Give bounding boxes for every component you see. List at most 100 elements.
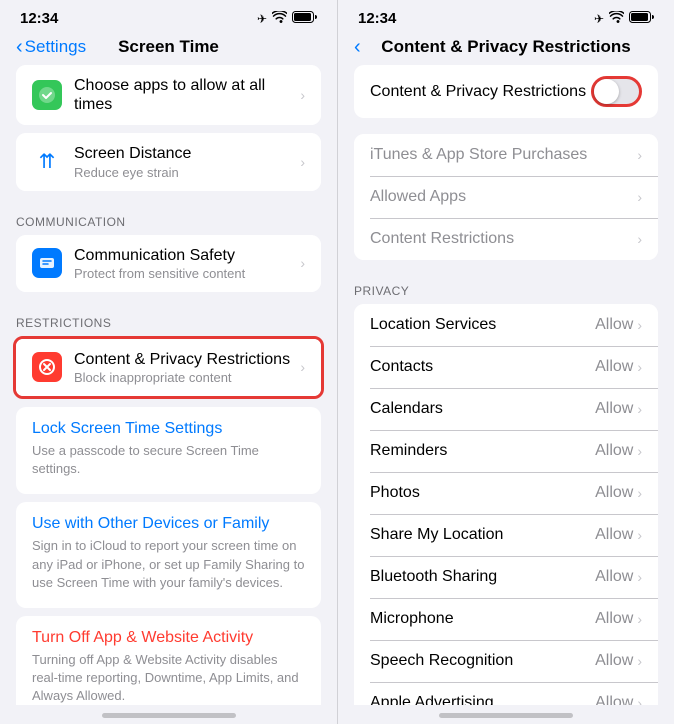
microphone-label: Microphone <box>370 610 454 628</box>
apple-advertising-value: Allow <box>595 694 633 705</box>
lock-screen-title[interactable]: Lock Screen Time Settings <box>32 420 305 438</box>
turn-off-card: Turn Off App & Website Activity Turning … <box>16 616 321 705</box>
location-services-chevron: › <box>637 317 642 333</box>
turn-off-action[interactable]: Turn Off App & Website Activity Turning … <box>16 616 321 705</box>
status-icons-right: ✈ <box>594 11 654 26</box>
share-location-value: Allow <box>595 526 633 544</box>
always-allowed-title: Choose apps to allow at all times <box>74 76 292 114</box>
wifi-icon <box>272 11 287 26</box>
location-services-value: Allow <box>595 316 633 334</box>
allowed-apps-item[interactable]: Allowed Apps › <box>354 176 658 218</box>
airplane-icon: ✈ <box>257 12 267 26</box>
back-chevron-right: ‹ <box>354 37 361 57</box>
always-allowed-icon <box>32 80 62 110</box>
reminders-item[interactable]: Reminders Allow › <box>354 430 658 472</box>
content-privacy-item[interactable]: Content & Privacy Restrictions Block ina… <box>16 339 321 396</box>
toggle-knob <box>594 79 619 104</box>
communication-safety-subtitle: Protect from sensitive content <box>74 266 292 281</box>
screen-distance-card: ⇈ Screen Distance Reduce eye strain › <box>16 133 321 190</box>
content-privacy-chevron: › <box>300 359 305 375</box>
itunes-purchases-label: iTunes & App Store Purchases <box>370 146 587 164</box>
use-family-card: Use with Other Devices or Family Sign in… <box>16 502 321 608</box>
nav-bar-right: ‹ Content & Privacy Restrictions <box>338 33 674 65</box>
contacts-chevron: › <box>637 359 642 375</box>
status-bar-right: 12:34 ✈ <box>338 0 674 33</box>
calendars-chevron: › <box>637 401 642 417</box>
communication-safety-chevron: › <box>300 255 305 271</box>
right-scroll-content: Content & Privacy Restrictions iTunes & … <box>338 65 674 705</box>
bluetooth-item[interactable]: Bluetooth Sharing Allow › <box>354 556 658 598</box>
bluetooth-value: Allow <box>595 568 633 586</box>
use-family-title[interactable]: Use with Other Devices or Family <box>32 515 305 533</box>
itunes-chevron: › <box>637 147 642 163</box>
status-time-right: 12:34 <box>358 10 396 27</box>
battery-icon-r <box>629 11 654 26</box>
turn-off-title[interactable]: Turn Off App & Website Activity <box>32 629 305 647</box>
bluetooth-label: Bluetooth Sharing <box>370 568 497 586</box>
calendars-value: Allow <box>595 400 633 418</box>
content-privacy-toggle[interactable] <box>591 76 642 107</box>
status-bar-left: 12:34 ✈ <box>0 0 337 33</box>
microphone-item[interactable]: Microphone Allow › <box>354 598 658 640</box>
apple-advertising-item[interactable]: Apple Advertising Allow › <box>354 682 658 705</box>
screen-distance-subtitle: Reduce eye strain <box>74 165 292 180</box>
back-label-left: Settings <box>25 37 86 57</box>
lock-screen-card: Lock Screen Time Settings Use a passcode… <box>16 407 321 494</box>
apple-advertising-chevron: › <box>637 695 642 705</box>
wifi-icon-r <box>609 11 624 26</box>
back-button-left[interactable]: ‹ Settings <box>16 37 86 57</box>
reminders-chevron: › <box>637 443 642 459</box>
always-allowed-item[interactable]: Choose apps to allow at all times › <box>16 65 321 125</box>
speech-recognition-item[interactable]: Speech Recognition Allow › <box>354 640 658 682</box>
contacts-label: Contacts <box>370 358 433 376</box>
allowed-apps-label: Allowed Apps <box>370 188 466 206</box>
home-indicator-left <box>102 713 236 718</box>
toggle-label: Content & Privacy Restrictions <box>370 83 586 101</box>
right-panel: 12:34 ✈ ‹ Con <box>337 0 674 724</box>
content-privacy-card: Content & Privacy Restrictions Block ina… <box>16 339 321 396</box>
left-scroll-content: Choose apps to allow at all times › ⇈ Sc… <box>0 65 337 705</box>
always-allowed-chevron: › <box>300 87 305 103</box>
bluetooth-chevron: › <box>637 569 642 585</box>
speech-recognition-value: Allow <box>595 652 633 670</box>
nav-title-right: Content & Privacy Restrictions <box>381 37 630 57</box>
photos-chevron: › <box>637 485 642 501</box>
use-family-action[interactable]: Use with Other Devices or Family Sign in… <box>16 502 321 608</box>
screen-distance-chevron: › <box>300 154 305 170</box>
speech-recognition-chevron: › <box>637 653 642 669</box>
communication-safety-card: Communication Safety Protect from sensit… <box>16 235 321 292</box>
microphone-value: Allow <box>595 610 633 628</box>
home-indicator-right <box>439 713 573 718</box>
screen-distance-item[interactable]: ⇈ Screen Distance Reduce eye strain › <box>16 133 321 190</box>
nav-bar-left: ‹ Settings Screen Time <box>0 33 337 65</box>
lock-screen-desc: Use a passcode to secure Screen Time set… <box>32 442 305 490</box>
calendars-item[interactable]: Calendars Allow › <box>354 388 658 430</box>
back-button-right[interactable]: ‹ <box>354 37 363 57</box>
contacts-item[interactable]: Contacts Allow › <box>354 346 658 388</box>
reminders-value: Allow <box>595 442 633 460</box>
lock-screen-action[interactable]: Lock Screen Time Settings Use a passcode… <box>16 407 321 494</box>
screen-distance-icon: ⇈ <box>32 149 62 174</box>
microphone-chevron: › <box>637 611 642 627</box>
privacy-list-card: Location Services Allow › Contacts Allow… <box>354 304 658 705</box>
status-time-left: 12:34 <box>20 10 58 27</box>
content-privacy-title: Content & Privacy Restrictions <box>74 350 292 369</box>
nav-title-left: Screen Time <box>118 37 219 57</box>
communication-safety-item[interactable]: Communication Safety Protect from sensit… <box>16 235 321 292</box>
share-location-label: Share My Location <box>370 526 503 544</box>
content-restrictions-item[interactable]: Content Restrictions › <box>354 218 658 260</box>
content-privacy-subtitle: Block inappropriate content <box>74 370 292 385</box>
toggle-row: Content & Privacy Restrictions <box>354 65 658 118</box>
section-restrictions: RESTRICTIONS <box>0 300 337 336</box>
content-privacy-highlight: Content & Privacy Restrictions Block ina… <box>13 336 324 399</box>
left-panel: 12:34 ✈ ‹ Settin <box>0 0 337 724</box>
share-location-item[interactable]: Share My Location Allow › <box>354 514 658 556</box>
photos-item[interactable]: Photos Allow › <box>354 472 658 514</box>
content-restrictions-chevron: › <box>637 231 642 247</box>
location-services-item[interactable]: Location Services Allow › <box>354 304 658 346</box>
airplane-icon-r: ✈ <box>594 12 604 26</box>
section-privacy: PRIVACY <box>338 268 674 304</box>
always-allowed-card: Choose apps to allow at all times › <box>16 65 321 125</box>
itunes-purchases-item[interactable]: iTunes & App Store Purchases › <box>354 134 658 176</box>
content-privacy-icon <box>32 352 62 382</box>
